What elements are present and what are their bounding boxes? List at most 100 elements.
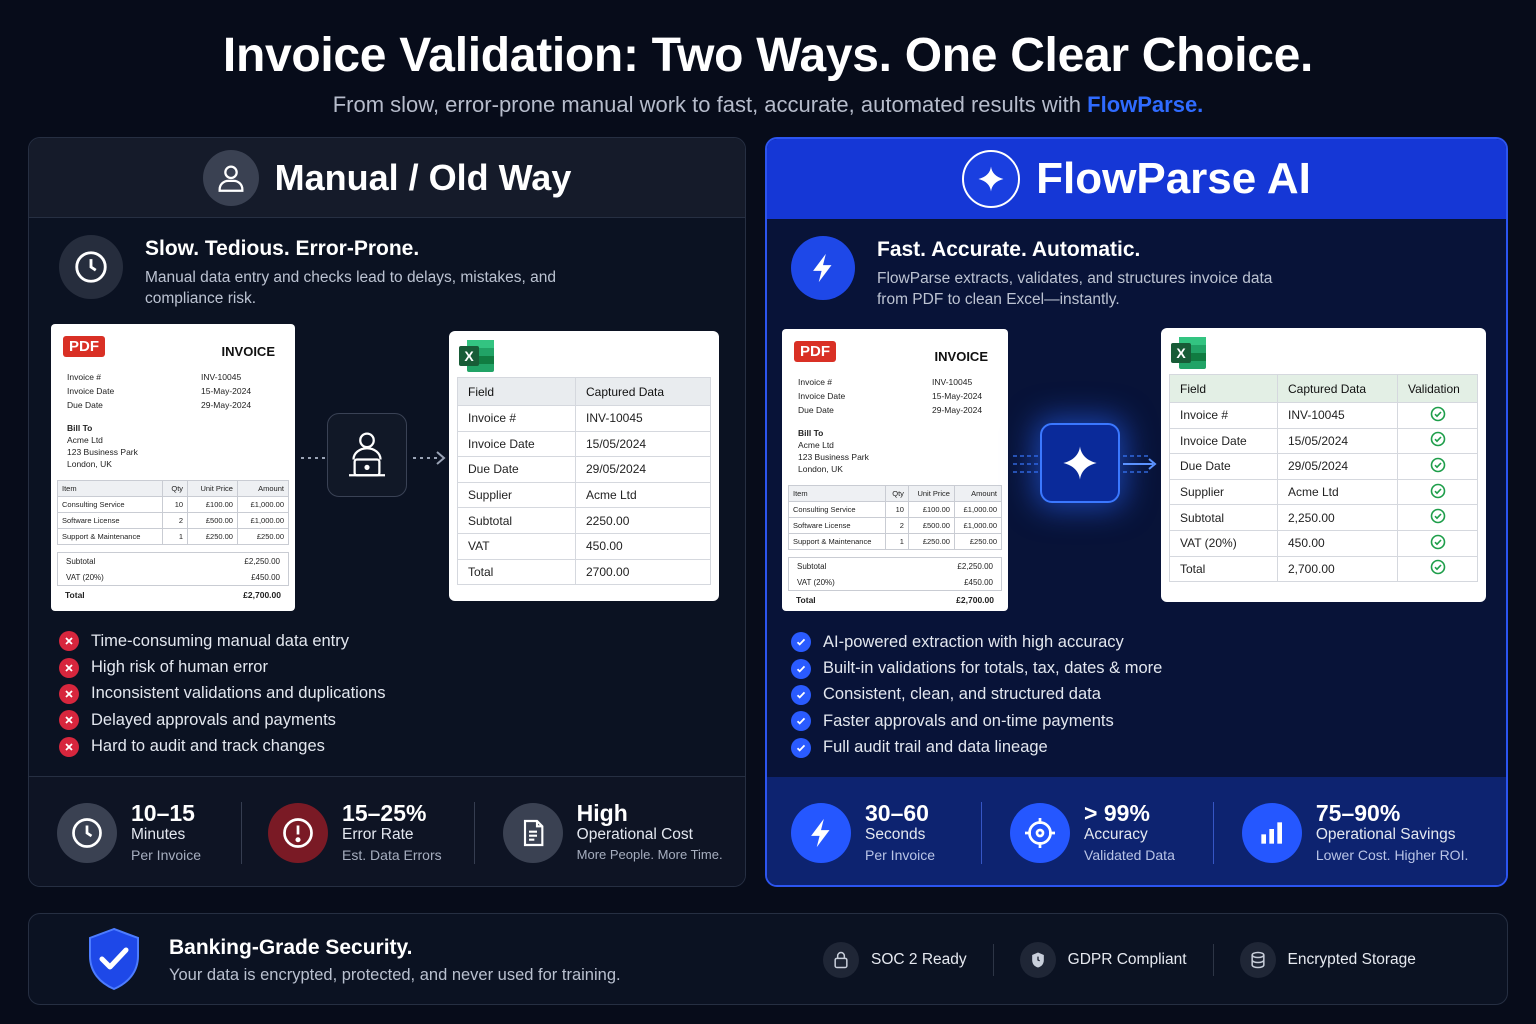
svg-text:X: X [1176, 345, 1186, 361]
bill-to-label: Bill To [67, 423, 93, 433]
list-item: AI-powered extraction with high accuracy [791, 629, 1162, 655]
table-cell: 15/05/2024 [575, 430, 711, 458]
table-row: Invoice # INV-10045 [1169, 402, 1478, 429]
table-cell: £1,000.00 [236, 512, 290, 529]
table-cell: 2,250.00 [1277, 504, 1398, 531]
table-cell: 2700.00 [575, 558, 711, 586]
column-header: Unit Price [907, 485, 955, 502]
list-item-text: Inconsistent validations and duplication… [91, 684, 386, 703]
badge-gdpr: GDPR Compliant [1019, 942, 1187, 978]
table-row: VAT (20%) 450.00 [1169, 529, 1478, 557]
invoice-meta-values: INV-10045 15-May-2024 29-May-2024 [932, 375, 982, 417]
stat-label: Operational Cost [576, 825, 693, 843]
divider [473, 801, 475, 864]
table-cell: Support & Maintenance [56, 528, 164, 545]
document-icon [502, 802, 563, 863]
bill-to-line: Acme Ltd [798, 440, 834, 450]
flow-lines-icon [1123, 455, 1157, 473]
sparkle-icon [1040, 423, 1120, 503]
table-cell: 2,700.00 [1277, 555, 1398, 583]
table-cell: £250.00 [907, 533, 955, 550]
table-cell: 29/05/2024 [575, 456, 711, 483]
invoice-document: PDF INVOICE Invoice # Invoice Date Due Date I… [782, 329, 1008, 611]
bill-to: Bill To Acme Ltd 123 Business Park London, … [67, 422, 138, 470]
meta-value: INV-10045 [201, 372, 242, 382]
table-cell: 2250.00 [575, 507, 711, 534]
stat-label: Error Rate [342, 825, 414, 843]
vat-label: VAT (20%) [797, 577, 835, 587]
x-icon [59, 683, 79, 704]
column-header: Captured Data [575, 377, 711, 406]
invoice-meta-values: INV-10045 15-May-2024 29-May-2024 [201, 370, 251, 412]
security-badges: SOC 2 Ready GDPR Compliant Encrypted Sto… [823, 942, 1416, 978]
check-icon [791, 684, 811, 705]
table-cell: £250.00 [187, 528, 238, 545]
table-cell: 29/05/2024 [1277, 453, 1398, 480]
target-icon [1010, 803, 1071, 863]
divider [992, 944, 994, 976]
stat-note: Validated Data [1084, 847, 1175, 863]
list-item-text: AI-powered extraction with high accuracy [823, 632, 1124, 651]
meta-value: 29-May-2024 [201, 400, 252, 410]
table-cell: 10 [162, 496, 189, 513]
meta-label: Invoice # [798, 377, 833, 387]
manual-excel-table: Field Captured Data Invoice # INV-10045 In… [457, 377, 711, 586]
page-title: Invoice Validation: Two Ways. One Clear … [222, 29, 1314, 82]
ai-intro-text: FlowParse extracts, validates, and struc… [877, 270, 1273, 308]
table-row: Software License 2 £500.00 £1,000.00 [56, 512, 290, 529]
invoice-total: Total £2,700.00 [796, 595, 994, 605]
divider [1212, 944, 1214, 976]
lightning-icon [791, 236, 855, 300]
clock-icon [57, 802, 117, 863]
manual-panel: Manual / Old Way Slow. Tedious. Error-Pr… [28, 137, 746, 887]
list-item-text: Full audit trail and data lineage [823, 738, 1048, 757]
svg-text:X: X [464, 348, 474, 364]
list-item-text: High risk of human error [91, 658, 268, 677]
table-row: Support & Maintenance 1 £250.00 £250.00 [56, 528, 290, 545]
invoice-title: INVOICE [221, 344, 275, 359]
table-cell: £1,000.00 [953, 517, 1003, 534]
dotted-arrow-icon [413, 451, 446, 465]
validation-cell [1397, 427, 1478, 455]
invoice-summary: Subtotal £2,250.00 VAT (20%) £450.00 [788, 557, 1002, 591]
table-cell: 1 [884, 533, 909, 550]
stat-label: Minutes [131, 825, 186, 843]
table-cell: 450.00 [1277, 529, 1398, 557]
check-icon [791, 711, 811, 732]
manual-drawbacks-list: Time-consuming manual data entry High ris… [59, 628, 385, 760]
column-header: Item [56, 480, 164, 497]
table-row: Subtotal 2250.00 [457, 507, 711, 534]
stat-cost: High Operational Cost More People. More … [502, 801, 723, 865]
list-item: Time-consuming manual data entry [59, 628, 385, 654]
stat-value: 15–25% [342, 799, 427, 826]
column-header: Unit Price [187, 480, 238, 497]
table-cell: 15/05/2024 [1277, 427, 1398, 455]
table-cell: Due Date [457, 456, 576, 483]
stat-value: 75–90% [1315, 800, 1401, 826]
meta-value: INV-10045 [932, 377, 973, 387]
list-item: Faster approvals and on-time payments [791, 708, 1162, 734]
user-icon [202, 149, 259, 206]
vat-value: £450.00 [964, 577, 993, 587]
table-cell: £100.00 [907, 501, 955, 518]
list-item-text: Consistent, clean, and structured data [823, 685, 1101, 704]
security-bar: Banking-Grade Security. Your data is enc… [28, 913, 1508, 1005]
table-cell: Acme Ltd [575, 481, 711, 509]
total-label: Total [65, 590, 85, 600]
invoice-items-table: Item Qty Unit Price Amount Consulting Servic… [56, 480, 290, 545]
meta-label: Invoice # [67, 372, 102, 382]
column-header: Field [457, 377, 576, 406]
subtitle-brand: FlowParse. [1087, 92, 1204, 117]
table-cell: Software License [788, 517, 886, 534]
shield-icon [1019, 942, 1056, 978]
clock-icon [59, 235, 123, 299]
subtotal-value: £2,250.00 [957, 561, 993, 571]
table-cell: £250.00 [953, 533, 1003, 550]
list-item: High risk of human error [59, 654, 385, 680]
divider [241, 801, 243, 864]
manual-intro: Slow. Tedious. Error-Prone. Manual data … [59, 233, 565, 309]
invoice-title: INVOICE [934, 349, 988, 364]
check-icon [791, 632, 811, 653]
column-header: Validation [1397, 374, 1478, 403]
bill-to-line: 123 Business Park [798, 452, 869, 462]
